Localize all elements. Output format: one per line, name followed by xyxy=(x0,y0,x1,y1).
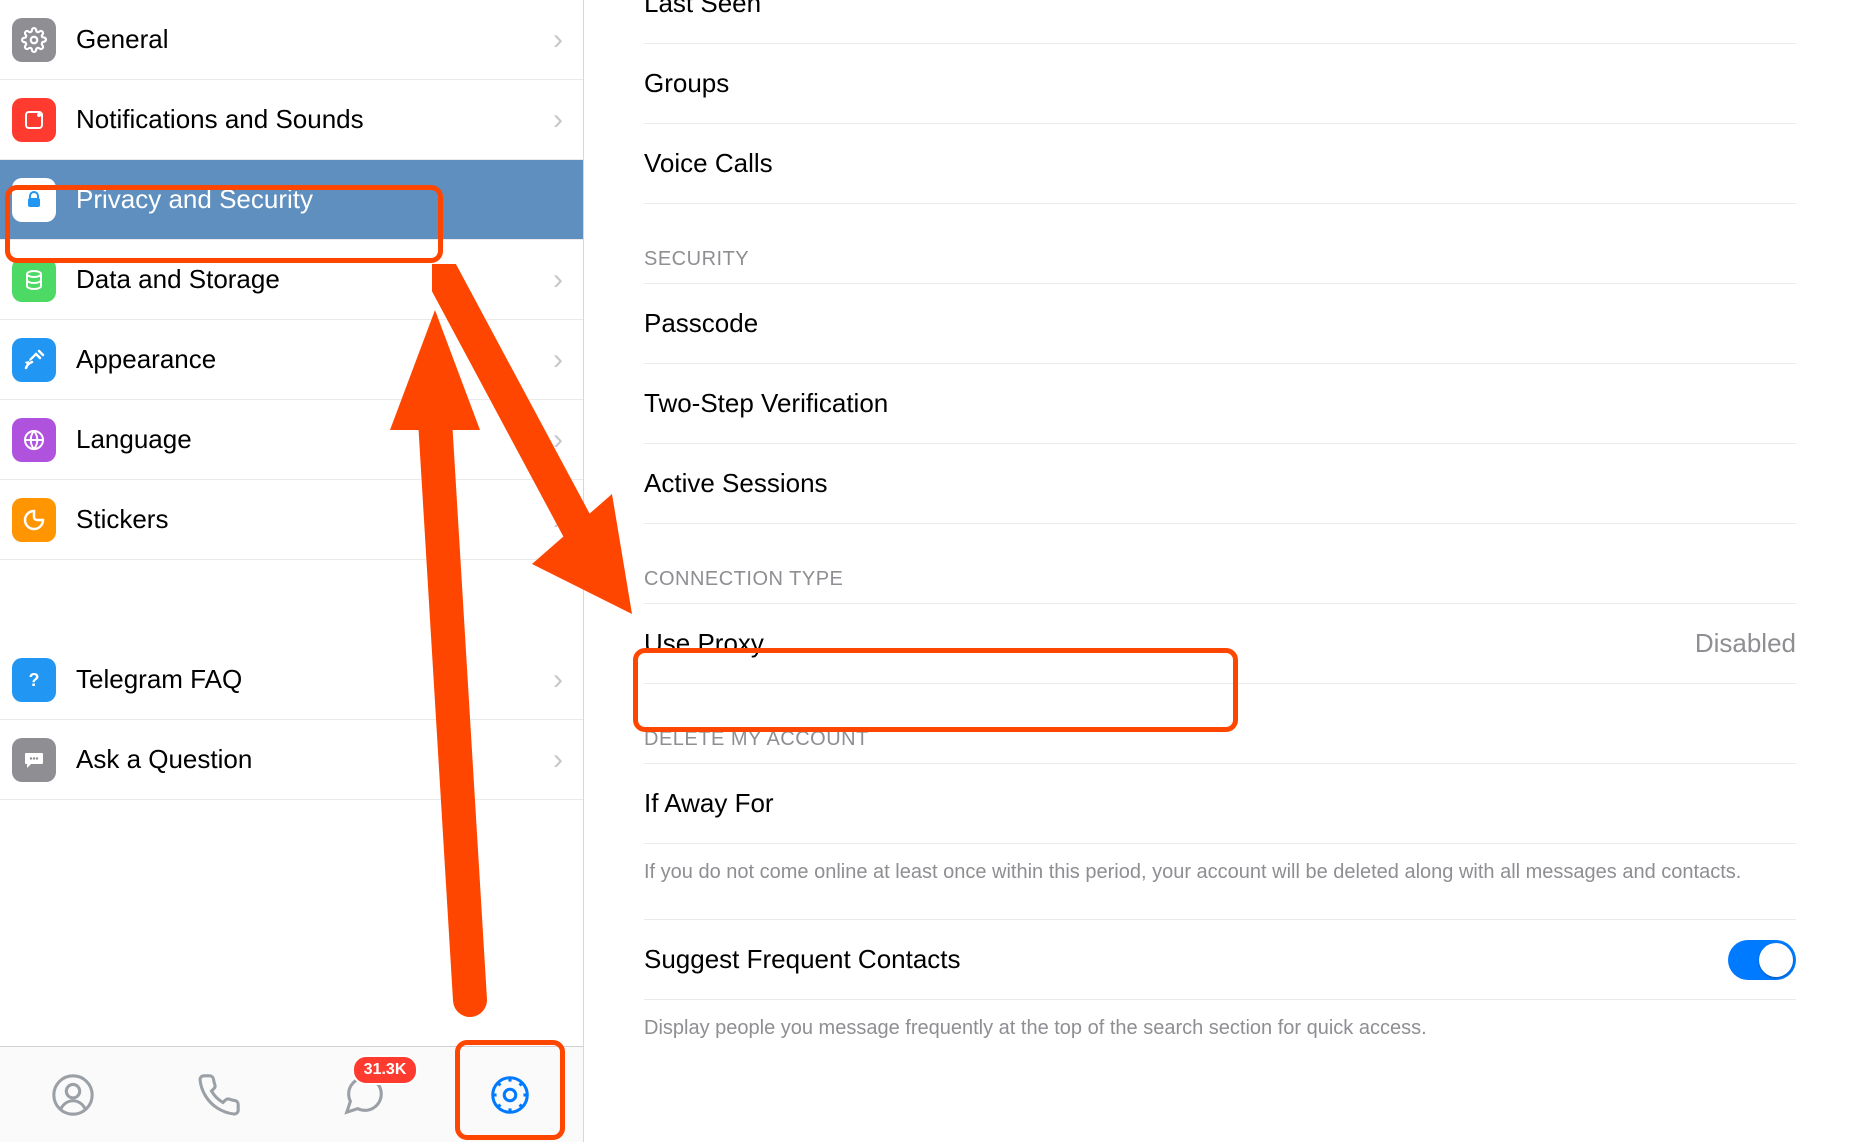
chevron-right-icon: › xyxy=(553,743,563,777)
sidebar-item-label: Language xyxy=(76,424,553,455)
row-suggest-contacts[interactable]: Suggest Frequent Contacts xyxy=(644,920,1796,1000)
toggle-knob xyxy=(1759,943,1793,977)
stickers-icon xyxy=(12,498,56,542)
svg-text:?: ? xyxy=(29,670,40,690)
chevron-right-icon: › xyxy=(553,23,563,57)
spacer xyxy=(644,887,1796,919)
row-label: Passcode xyxy=(644,308,758,339)
appearance-icon xyxy=(12,338,56,382)
tab-contacts[interactable] xyxy=(41,1063,105,1127)
tab-bar: 31.3K xyxy=(0,1046,583,1142)
sidebar-item-label: Telegram FAQ xyxy=(76,664,553,695)
tab-calls[interactable] xyxy=(187,1063,251,1127)
globe-icon xyxy=(12,418,56,462)
row-label: Two-Step Verification xyxy=(644,388,888,419)
row-voice-calls[interactable]: Voice Calls xyxy=(644,124,1796,204)
privacy-section: Last Seen Groups Voice Calls xyxy=(644,0,1796,204)
tab-chats[interactable]: 31.3K xyxy=(332,1063,396,1127)
chevron-right-icon: › xyxy=(553,663,563,697)
sidebar-item-stickers[interactable]: Stickers › xyxy=(0,480,583,560)
chevron-right-icon: › xyxy=(553,503,563,537)
sidebar-item-notifications[interactable]: Notifications and Sounds › xyxy=(0,80,583,160)
chevron-right-icon: › xyxy=(553,423,563,457)
sidebar-item-label: Ask a Question xyxy=(76,744,553,775)
sidebar-item-label: Data and Storage xyxy=(76,264,553,295)
row-label: Active Sessions xyxy=(644,468,828,499)
section-footer-suggest: Display people you message frequently at… xyxy=(644,1000,1796,1043)
row-last-seen[interactable]: Last Seen xyxy=(644,0,1796,44)
section-header-delete: DELETE MY ACCOUNT xyxy=(644,684,1796,763)
section-footer-delete: If you do not come online at least once … xyxy=(644,844,1796,887)
gear-icon xyxy=(12,18,56,62)
sidebar-item-label: Privacy and Security xyxy=(76,184,553,215)
sidebar-item-label: General xyxy=(76,24,553,55)
data-storage-icon xyxy=(12,258,56,302)
security-section: Passcode Two-Step Verification Active Se… xyxy=(644,283,1796,524)
delete-section: If Away For xyxy=(644,763,1796,844)
row-active-sessions[interactable]: Active Sessions xyxy=(644,444,1796,524)
row-label: If Away For xyxy=(644,788,774,819)
row-use-proxy[interactable]: Use Proxy Disabled xyxy=(644,604,1796,684)
sidebar-item-data[interactable]: Data and Storage › xyxy=(0,240,583,320)
sidebar-item-privacy[interactable]: Privacy and Security › xyxy=(0,160,583,240)
sidebar-item-language[interactable]: Language › xyxy=(0,400,583,480)
row-label: Voice Calls xyxy=(644,148,773,179)
notifications-icon xyxy=(12,98,56,142)
toggle-switch[interactable] xyxy=(1728,940,1796,980)
sidebar-item-general[interactable]: General › xyxy=(0,0,583,80)
chevron-right-icon: › xyxy=(553,343,563,377)
sidebar-item-appearance[interactable]: Appearance › xyxy=(0,320,583,400)
section-header-security: SECURITY xyxy=(644,204,1796,283)
question-icon: ? xyxy=(12,658,56,702)
sidebar-item-faq[interactable]: ? Telegram FAQ › xyxy=(0,640,583,720)
lock-icon xyxy=(12,178,56,222)
row-two-step[interactable]: Two-Step Verification xyxy=(644,364,1796,444)
section-header-connection: CONNECTION TYPE xyxy=(644,524,1796,603)
chat-icon xyxy=(12,738,56,782)
privacy-security-panel: Last Seen Groups Voice Calls SECURITY Pa… xyxy=(584,0,1856,1142)
settings-sidebar: General › Notifications and Sounds › Pri… xyxy=(0,0,584,1142)
chevron-right-icon: › xyxy=(553,263,563,297)
row-groups[interactable]: Groups xyxy=(644,44,1796,124)
chevron-right-icon: › xyxy=(553,103,563,137)
row-label: Last Seen xyxy=(644,0,761,19)
sidebar-item-label: Stickers xyxy=(76,504,553,535)
row-if-away-for[interactable]: If Away For xyxy=(644,764,1796,844)
sidebar-item-label: Notifications and Sounds xyxy=(76,104,553,135)
sidebar-group-gap xyxy=(0,560,583,640)
sidebar-scroll: General › Notifications and Sounds › Pri… xyxy=(0,0,583,1046)
row-value: Disabled xyxy=(1695,628,1796,659)
app-root: General › Notifications and Sounds › Pri… xyxy=(0,0,1856,1142)
row-passcode[interactable]: Passcode xyxy=(644,284,1796,364)
unread-badge: 31.3K xyxy=(352,1055,419,1085)
tab-settings[interactable] xyxy=(478,1063,542,1127)
row-label: Groups xyxy=(644,68,729,99)
sidebar-item-ask[interactable]: Ask a Question › xyxy=(0,720,583,800)
suggest-section: Suggest Frequent Contacts xyxy=(644,919,1796,1000)
row-label: Suggest Frequent Contacts xyxy=(644,944,961,975)
connection-section: Use Proxy Disabled xyxy=(644,603,1796,684)
row-label: Use Proxy xyxy=(644,628,764,659)
sidebar-item-label: Appearance xyxy=(76,344,553,375)
